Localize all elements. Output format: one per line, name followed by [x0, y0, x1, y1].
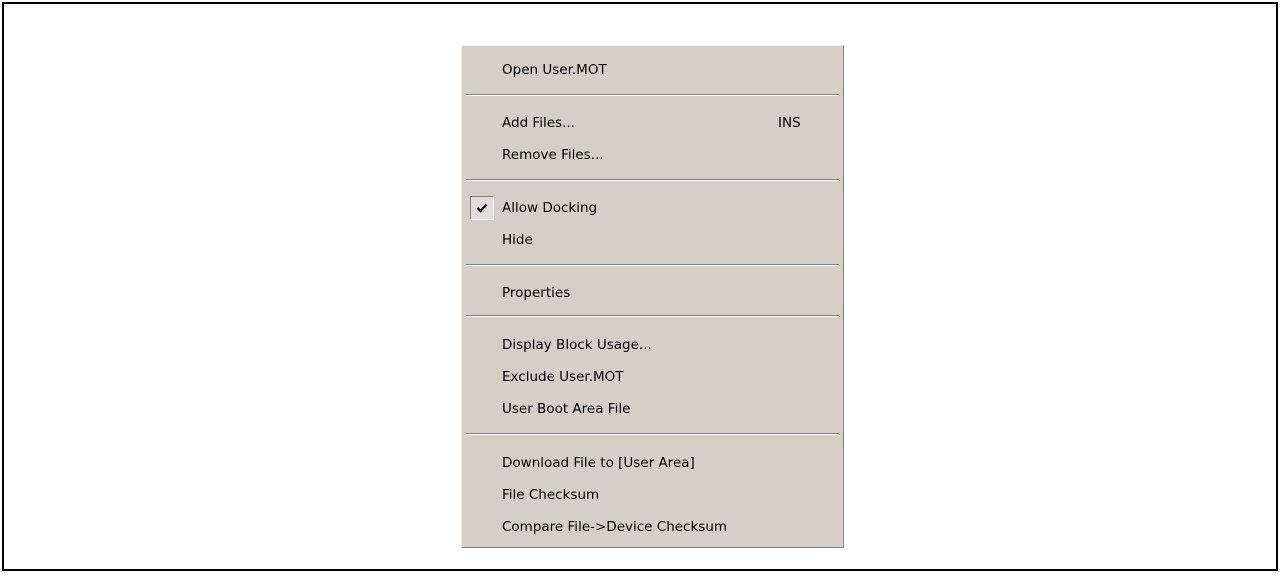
menu-item-label: Hide	[502, 232, 533, 248]
menu-item-label: Exclude User.MOT	[502, 369, 624, 385]
menu-item-download-file[interactable]: Download File to [User Area]	[464, 450, 840, 476]
menu-separator	[466, 315, 839, 317]
menu-separator	[466, 179, 839, 181]
menu-item-label: Properties	[502, 285, 571, 301]
menu-item-shortcut: INS	[778, 115, 801, 131]
menu-separator	[466, 264, 839, 266]
menu-item-label: Open User.MOT	[502, 62, 607, 78]
menu-item-file-checksum[interactable]: File Checksum	[464, 482, 840, 508]
menu-item-user-boot-area-file[interactable]: User Boot Area File	[464, 396, 840, 422]
menu-item-exclude-user-mot[interactable]: Exclude User.MOT	[464, 364, 840, 390]
menu-item-label: Display Block Usage...	[502, 337, 652, 353]
menu-separator	[466, 94, 839, 96]
menu-item-label: Add Files...	[502, 115, 575, 131]
menu-item-label: Compare File->Device Checksum	[502, 519, 728, 535]
menu-item-label: Allow Docking	[502, 200, 598, 216]
menu-item-label: File Checksum	[502, 487, 600, 503]
menu-item-allow-docking[interactable]: Allow Docking	[464, 195, 840, 221]
menu-item-label: Download File to [User Area]	[502, 455, 695, 471]
menu-item-compare-checksum[interactable]: Compare File->Device Checksum	[464, 514, 840, 540]
menu-item-remove-files[interactable]: Remove Files...	[464, 142, 840, 168]
menu-item-add-files[interactable]: Add Files... INS	[464, 110, 840, 136]
menu-item-display-block-usage[interactable]: Display Block Usage...	[464, 332, 840, 358]
menu-item-label: Remove Files...	[502, 147, 604, 163]
menu-item-label: User Boot Area File	[502, 401, 631, 417]
menu-separator	[466, 433, 839, 435]
menu-item-hide[interactable]: Hide	[464, 227, 840, 253]
checkmark-icon	[470, 196, 494, 220]
menu-item-properties[interactable]: Properties	[464, 280, 840, 306]
menu-item-open-user-mot[interactable]: Open User.MOT	[464, 57, 840, 83]
context-menu: Open User.MOT Add Files... INS Remove Fi…	[461, 45, 844, 548]
